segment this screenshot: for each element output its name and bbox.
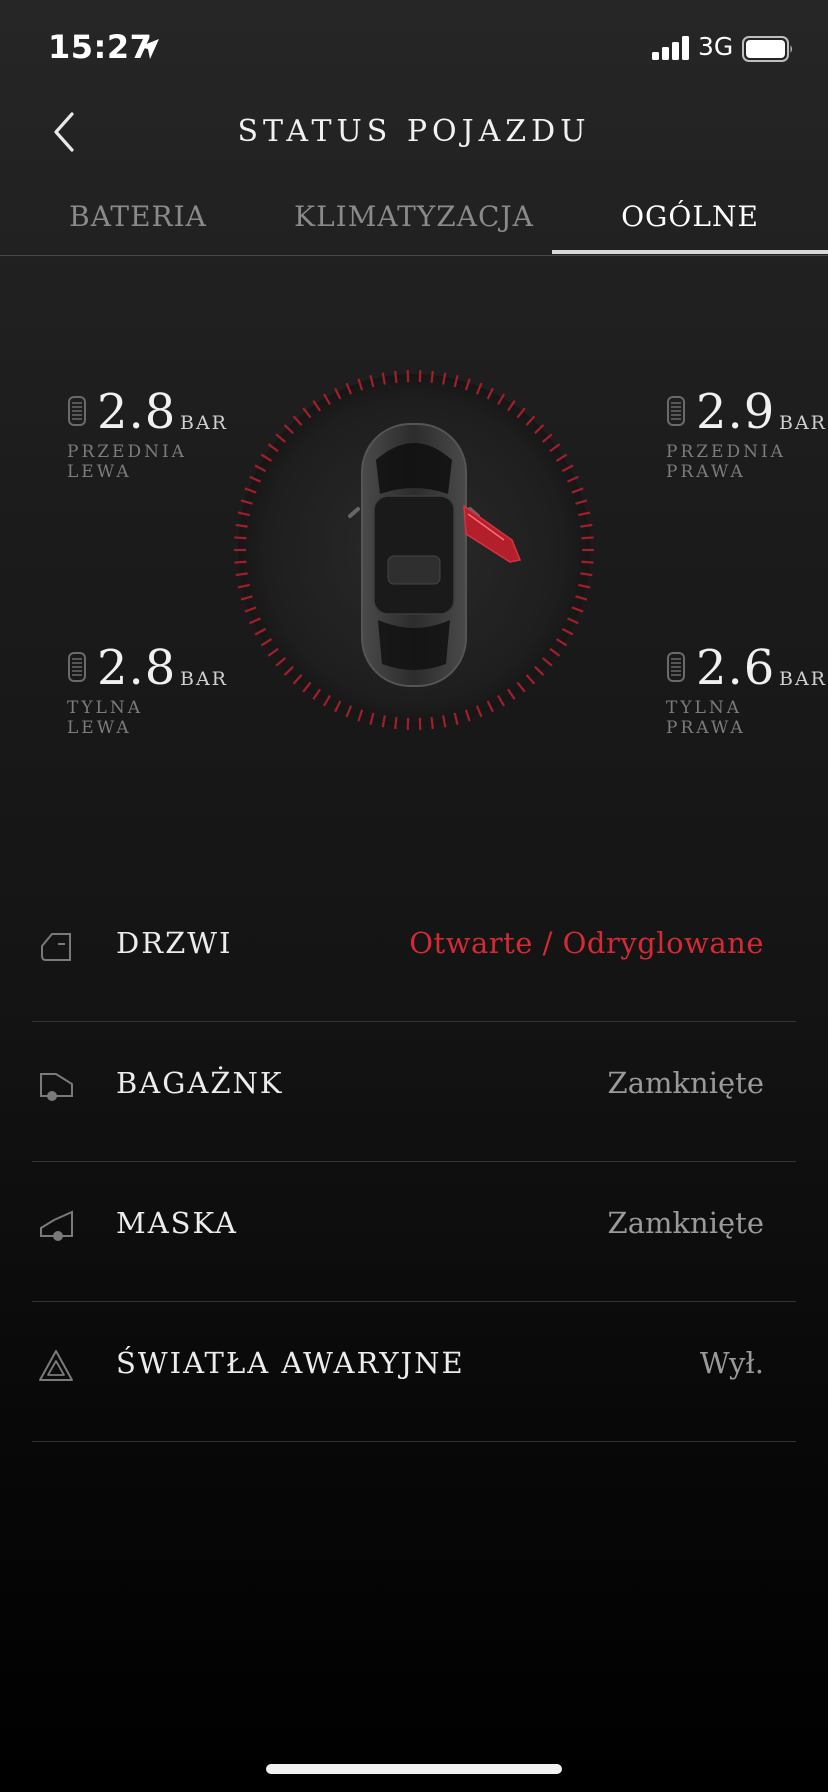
tyre-pressure-unit: BAR <box>779 668 827 690</box>
network-type: 3G <box>698 32 734 61</box>
gauge-tick <box>234 560 247 564</box>
home-indicator[interactable] <box>266 1764 562 1774</box>
row-status-value: Zamknięte <box>607 1206 764 1240</box>
tyre-position-label: PRZEDNIA PRAWA <box>666 442 786 482</box>
gauge-tick <box>430 716 434 730</box>
gauge-tick <box>234 536 247 540</box>
row-status-value: Wył. <box>699 1346 764 1380</box>
tyre-pressure-unit: BAR <box>779 412 827 434</box>
tyre-pressure-value: 2.6 <box>696 640 776 696</box>
gauge-tick <box>581 560 594 564</box>
gauge-tick <box>430 370 434 384</box>
status-row-trunk[interactable]: BAGAŻNK Zamknięte <box>32 1022 796 1162</box>
door-icon <box>41 933 71 961</box>
status-bar: 15:27 3G <box>0 0 828 96</box>
tyre-position-label: PRZEDNIA LEWA <box>67 442 187 482</box>
row-label: MASKA <box>116 1206 238 1240</box>
tyre-pressure-unit: BAR <box>180 668 228 690</box>
tab-bar: BATERIA KLIMATYZACJA OGÓLNE <box>0 190 828 256</box>
row-label: BAGAŻNK <box>116 1066 284 1100</box>
vehicle-status-screen: 15:27 3G STATUS POJAZDU BATERIA KLIMATYZ… <box>0 0 828 1792</box>
tyre-position-label: TYLNA LEWA <box>67 698 144 738</box>
tyre-pressure-value: 2.8 <box>97 640 177 696</box>
bonnet-icon <box>40 1210 73 1241</box>
gauge-tick <box>581 536 594 540</box>
row-status-value: Otwarte / Odryglowane <box>409 926 764 960</box>
car-top-view-gauge <box>234 370 594 730</box>
gauge-tick <box>394 716 398 730</box>
tyre-pressure-value: 2.8 <box>97 384 177 440</box>
battery-icon <box>742 36 792 62</box>
tab-klimatyzacja[interactable]: KLIMATYZACJA <box>276 200 552 233</box>
location-arrow-icon <box>139 39 159 59</box>
active-tab-indicator <box>552 250 828 254</box>
tab-bateria[interactable]: BATERIA <box>0 200 276 233</box>
tyre-icon <box>667 396 685 426</box>
tyre-icon <box>68 652 86 682</box>
tyre-icon <box>68 396 86 426</box>
row-label: ŚWIATŁA AWARYJNE <box>116 1346 465 1380</box>
page-title: STATUS POJAZDU <box>237 114 591 149</box>
tab-ogolne[interactable]: OGÓLNE <box>552 200 828 233</box>
tyre-pressure-unit: BAR <box>180 412 228 434</box>
gauge-tick <box>394 370 398 384</box>
trunk-icon <box>40 1073 73 1101</box>
status-row-bonnet[interactable]: MASKA Zamknięte <box>32 1162 796 1302</box>
tyre-pressure-value: 2.9 <box>696 384 776 440</box>
row-label: DRZWI <box>116 926 233 960</box>
hazard-icon <box>39 1350 73 1381</box>
status-row-doors[interactable]: DRZWI Otwarte / Odryglowane <box>32 882 796 1022</box>
status-row-hazard-lights[interactable]: ŚWIATŁA AWARYJNE Wył. <box>32 1302 796 1442</box>
row-status-value: Zamknięte <box>607 1066 764 1100</box>
tyre-position-label: TYLNA PRAWA <box>666 698 746 738</box>
tyre-icon <box>667 652 685 682</box>
signal-strength-icon <box>652 36 689 60</box>
